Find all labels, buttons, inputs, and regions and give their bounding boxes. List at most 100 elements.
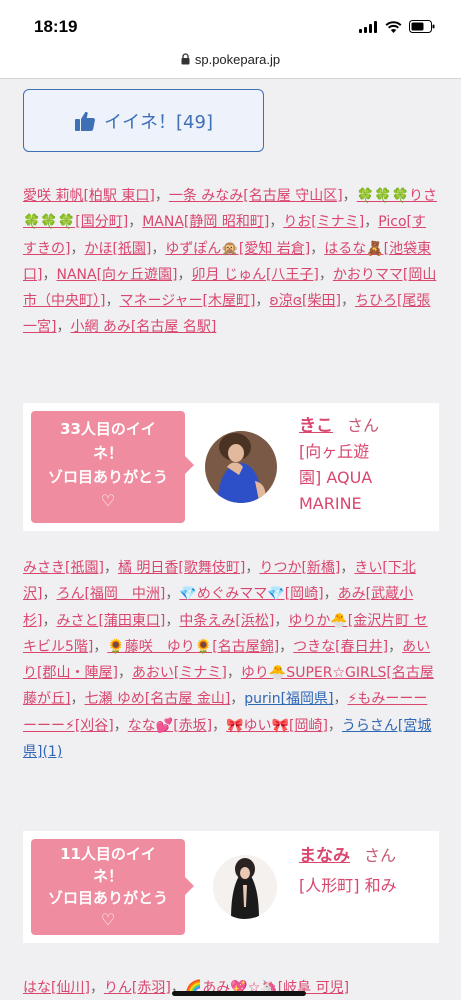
separator: ，	[333, 691, 348, 708]
liker-link[interactable]: ʚ涼ɞ[柴田]	[269, 293, 341, 309]
separator: ，	[42, 266, 57, 283]
liker-link[interactable]: はな[仙川]	[23, 980, 90, 996]
separator: ，	[177, 266, 192, 283]
liker-link[interactable]: みさと[蒲田東口]	[56, 613, 165, 629]
liker-link[interactable]: 中条えみ[浜松]	[179, 613, 274, 629]
separator: ，	[113, 717, 128, 734]
separator: ，	[279, 638, 294, 655]
liker-link[interactable]: 🌻藤咲 ゆり🌻[名古屋錦]	[107, 639, 279, 655]
girl-info: きこ さん [向ヶ丘遊 園] AQUA MARINE	[299, 413, 379, 517]
avatar[interactable]	[205, 431, 277, 503]
bubble-line: 33人目のイイ	[60, 420, 156, 438]
separator: ，	[89, 980, 104, 996]
liker-link[interactable]: ゆずぽん🙊[愛知 岩倉]	[165, 241, 310, 257]
liker-link[interactable]: 橘 明日香[歌舞伎町]	[118, 560, 245, 576]
separator: ，	[103, 560, 118, 576]
bubble-line: ネ！	[92, 444, 123, 462]
system-icons	[359, 20, 435, 33]
like-button[interactable]: イイネ！[49]	[23, 89, 264, 152]
wifi-icon	[385, 20, 402, 33]
separator: ，	[226, 665, 241, 682]
girl-info: まなみ さん [人形町] 和み	[299, 841, 397, 901]
bubble-line: ゾロ目ありがとう	[47, 468, 168, 486]
separator: ，	[154, 188, 169, 204]
bubble-line: ネ！	[92, 867, 123, 885]
likers-list-top: 愛咲 莉帆[柏駅 東口]，一条 みなみ[名古屋 守山区]，🍀🍀🍀りさ🍀🍀🍀[国分…	[23, 183, 439, 341]
separator: ，	[310, 240, 325, 257]
bubble-line: 11人目のイイ	[60, 845, 156, 863]
bubble-line: ゾロ目ありがとう	[47, 889, 168, 907]
separator: ，	[70, 240, 85, 257]
liker-link[interactable]: みさき[祇園]	[23, 560, 104, 576]
liker-link[interactable]: りつか[新橋]	[259, 560, 340, 576]
liker-link[interactable]: NANA[向ヶ丘遊園]	[56, 267, 177, 283]
milestone-card: 33人目のイイ ネ！ ゾロ目ありがとう ♡ きこ さん [向ヶ丘遊 園] AQUA…	[23, 403, 439, 531]
liker-link[interactable]: 小網 あみ[名古屋 名駅]	[70, 319, 216, 335]
liker-link[interactable]: りん[赤羽]	[104, 980, 171, 996]
liker-link[interactable]: 💎めぐみママ💎[岡崎]	[179, 586, 323, 602]
liker-link[interactable]: 一条 みなみ[名古屋 守山区]	[169, 188, 343, 204]
liker-link[interactable]: あおい[ミナミ]	[132, 665, 227, 681]
girl-name-link[interactable]: まなみ	[299, 846, 350, 866]
browser-url-bar[interactable]: sp.pokepara.jp	[0, 48, 461, 79]
separator: ，	[56, 319, 71, 336]
girl-area: [人形町] 和み	[299, 876, 397, 895]
separator: ，	[230, 691, 245, 708]
separator: ，	[165, 586, 180, 603]
home-indicator	[172, 991, 306, 996]
likers-list-bottom: はな[仙川]，りん[赤羽]，🌈あみ💖☆🦄[岐阜 可児]	[23, 975, 439, 1000]
liker-link[interactable]: MANA[静岡 昭和町]	[142, 214, 269, 230]
girl-area: 園] AQUA	[299, 468, 373, 487]
separator: ，	[269, 214, 284, 231]
milestone-bubble: 33人目のイイ ネ！ ゾロ目ありがとう ♡	[31, 411, 194, 523]
cellular-signal-icon	[359, 20, 377, 33]
liker-link[interactable]: つきな[春日井]	[293, 639, 388, 655]
like-button-label: イイネ！[49]	[104, 111, 213, 133]
separator: ，	[42, 586, 57, 603]
separator: ，	[274, 612, 289, 629]
separator: ，	[42, 612, 57, 629]
status-bar: 18:19	[0, 0, 461, 48]
separator: ，	[105, 293, 120, 310]
separator: ，	[151, 240, 166, 257]
liker-link[interactable]: かほ[祇園]	[84, 241, 151, 257]
likers-list-middle: みさき[祇園]，橘 明日香[歌舞伎町]，りつか[新橋]，きい[下北沢]，ろん[福…	[23, 555, 439, 765]
bubble-arrow	[185, 456, 194, 474]
separator: ，	[364, 214, 379, 231]
milestone-bubble: 11人目のイイ ネ！ ゾロ目ありがとう ♡	[31, 839, 194, 935]
bubble-arrow	[185, 877, 194, 895]
liker-link[interactable]: りお[ミナミ]	[283, 214, 364, 230]
girl-area: MARINE	[299, 494, 362, 513]
heart-icon: ♡	[100, 491, 116, 510]
separator: ，	[128, 214, 143, 231]
separator: ，	[388, 638, 403, 655]
thumbs-up-icon	[75, 111, 95, 131]
separator: ，	[340, 293, 355, 310]
milestone-card: 11人目のイイ ネ！ ゾロ目ありがとう ♡ まなみ さん [人形町] 和み	[23, 831, 439, 943]
separator: ，	[70, 691, 85, 708]
separator: ，	[323, 586, 338, 603]
liker-link[interactable]: 🎀ゆい🎀[岡崎]	[226, 718, 328, 734]
separator: ，	[340, 560, 355, 576]
avatar[interactable]	[213, 855, 277, 919]
liker-link[interactable]: 七瀬 ゆめ[名古屋 金山]	[84, 691, 230, 707]
liker-link[interactable]: なな💕[赤坂]	[128, 718, 212, 734]
honorific: さん	[347, 416, 380, 435]
battery-icon	[409, 20, 435, 33]
liker-link[interactable]: 卯月 じゅん[八王子]	[192, 267, 319, 283]
page-content: イイネ！[49] 愛咲 莉帆[柏駅 東口]，一条 みなみ[名古屋 守山区]，🍀🍀…	[0, 79, 461, 1000]
url-text: sp.pokepara.jp	[194, 52, 281, 67]
separator: ，	[327, 717, 342, 734]
liker-link[interactable]: ろん[福岡 中洲]	[56, 586, 165, 602]
liker-link[interactable]: purin[福岡県]	[244, 691, 333, 707]
girl-area: [向ヶ丘遊	[299, 442, 370, 461]
girl-name-link[interactable]: きこ	[299, 416, 333, 436]
liker-link[interactable]: 愛咲 莉帆[柏駅 東口]	[23, 188, 155, 204]
separator: ，	[165, 612, 180, 629]
lock-icon	[181, 53, 190, 65]
liker-link[interactable]: マネージャー[木屋町]	[119, 293, 255, 309]
separator: ，	[245, 560, 260, 576]
separator: ，	[93, 638, 108, 655]
heart-icon: ♡	[100, 910, 116, 929]
separator: ，	[212, 717, 227, 734]
